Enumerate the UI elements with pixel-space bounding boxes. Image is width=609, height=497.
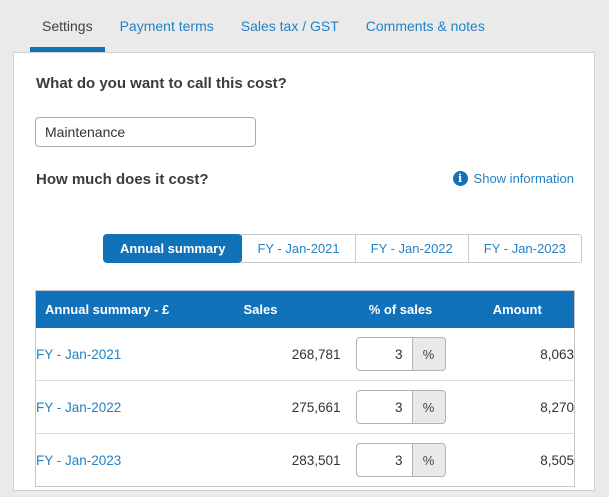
top-tab-bar: Settings Payment terms Sales tax / GST C…	[0, 0, 609, 52]
period-tab-annual-summary[interactable]: Annual summary	[103, 234, 243, 263]
amount-value: 8,063	[460, 328, 575, 381]
percent-of-sales-input[interactable]	[355, 390, 413, 424]
header-sales: Sales	[230, 290, 341, 328]
sales-value: 268,781	[230, 328, 341, 381]
header-percent-of-sales: % of sales	[340, 290, 461, 328]
period-tab-fy-jan-2021[interactable]: FY - Jan-2021	[241, 234, 356, 263]
info-icon: i	[452, 171, 468, 186]
show-information-label: Show information	[473, 171, 574, 186]
amount-value: 8,270	[460, 380, 575, 434]
cost-amount-question: How much does it cost?	[36, 171, 209, 188]
settings-panel: What do you want to call this cost? How …	[13, 52, 595, 491]
percent-suffix: %	[412, 443, 446, 477]
percent-suffix: %	[412, 337, 446, 371]
cost-name-input[interactable]	[35, 117, 256, 147]
sales-value: 283,501	[230, 433, 341, 487]
table-row: FY - Jan-2023 283,501 % 8,505	[35, 433, 575, 487]
sales-value: 275,661	[230, 380, 341, 434]
table-header-row: Annual summary - £ Sales % of sales Amou…	[35, 290, 575, 328]
percent-of-sales-input[interactable]	[355, 337, 413, 371]
period-tab-fy-jan-2023[interactable]: FY - Jan-2023	[467, 234, 582, 263]
tab-comments-notes[interactable]: Comments & notes	[354, 0, 497, 52]
percent-suffix: %	[412, 390, 446, 424]
period-link-fy-jan-2022[interactable]: FY - Jan-2022	[36, 400, 121, 415]
cost-name-question: What do you want to call this cost?	[36, 75, 287, 92]
tab-payment-terms[interactable]: Payment terms	[108, 0, 226, 52]
table-row: FY - Jan-2021 268,781 % 8,063	[35, 328, 575, 381]
period-tab-group: Annual summary FY - Jan-2021 FY - Jan-20…	[103, 234, 582, 263]
show-information-link[interactable]: i Show information	[452, 171, 574, 186]
table-row: FY - Jan-2022 275,661 % 8,270	[35, 380, 575, 434]
amount-value: 8,505	[460, 433, 575, 487]
period-link-fy-jan-2021[interactable]: FY - Jan-2021	[36, 347, 121, 362]
period-link-fy-jan-2023[interactable]: FY - Jan-2023	[36, 453, 121, 468]
percent-of-sales-input[interactable]	[355, 443, 413, 477]
period-tab-fy-jan-2022[interactable]: FY - Jan-2022	[354, 234, 469, 263]
annual-summary-table: Annual summary - £ Sales % of sales Amou…	[35, 290, 575, 487]
tab-sales-tax-gst[interactable]: Sales tax / GST	[229, 0, 351, 52]
header-annual-summary: Annual summary - £	[35, 290, 231, 328]
header-amount: Amount	[460, 290, 575, 328]
tab-settings[interactable]: Settings	[30, 0, 105, 52]
